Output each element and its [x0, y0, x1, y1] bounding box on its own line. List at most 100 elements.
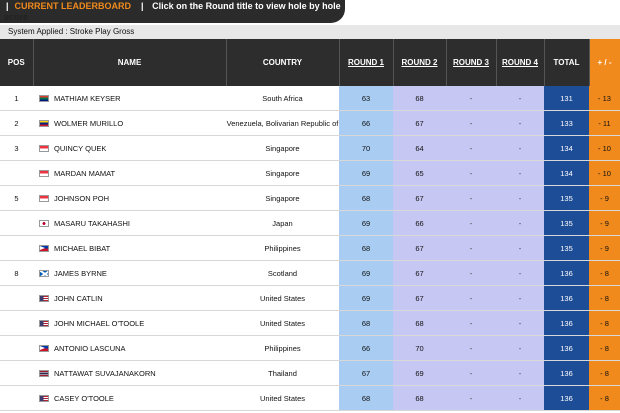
flag-gb-sct-icon	[39, 270, 49, 278]
round-4-header[interactable]: ROUND 4	[496, 39, 545, 86]
player-position: 8	[0, 260, 33, 286]
round-1-score: 69	[339, 160, 393, 186]
round-3-header[interactable]: ROUND 3	[446, 39, 497, 86]
round-4-score: -	[496, 185, 544, 211]
plus-minus-score: - 8	[589, 285, 620, 311]
player-position	[0, 235, 33, 261]
total-score: 135	[544, 235, 589, 261]
player-name-label: JOHN CATLIN	[54, 293, 103, 303]
table-row: JOHN CATLIN United States 69 67- -136- 8	[0, 285, 620, 311]
plus-minus-score: - 11	[589, 110, 620, 136]
table-row: 3 QUINCY QUEK Singapore 70 64- -134- 10	[0, 135, 620, 161]
player-name-label: JAMES BYRNE	[54, 268, 107, 278]
player-name-label: JOHN MICHAEL O'TOOLE	[54, 318, 145, 328]
player-name-label: JOHNSON POH	[54, 193, 110, 203]
system-applied-label: System Applied : Stroke Play Gross	[0, 25, 620, 39]
round-3-score: -	[446, 210, 496, 236]
player-name-label: QUINCY QUEK	[54, 143, 107, 153]
flag-sg-icon	[39, 145, 49, 153]
col-country-header: COUNTRY	[226, 39, 340, 86]
total-score: 131	[544, 86, 589, 111]
total-score: 134	[544, 160, 589, 186]
player-position	[0, 285, 33, 311]
table-row: NATTAWAT SUVAJANAKORN Thailand 67 69- -136- …	[0, 360, 620, 386]
round-2-score: 67	[393, 260, 446, 286]
total-score: 136	[544, 260, 589, 286]
flag-sg-icon	[39, 195, 49, 203]
round-2-score: 67	[393, 110, 446, 136]
round-4-score: -	[496, 210, 544, 236]
round-2-score: 69	[393, 360, 446, 386]
plus-minus-score: - 8	[589, 260, 620, 286]
player-position: 3	[0, 135, 33, 161]
plus-minus-score: - 8	[589, 335, 620, 361]
round-1-score: 70	[339, 135, 393, 161]
round-3-score: -	[446, 360, 496, 386]
round-1-header[interactable]: ROUND 1	[339, 39, 394, 86]
player-name: MARDAN MAMAT	[33, 160, 226, 186]
player-name: MATHIAM KEYSER	[33, 86, 226, 111]
header-pipe: |	[6, 1, 9, 11]
round-1-score: 66	[339, 335, 393, 361]
round-2-score: 64	[393, 135, 446, 161]
col-total-header: TOTAL	[544, 39, 590, 86]
total-score: 136	[544, 360, 589, 386]
round-2-score: 67	[393, 235, 446, 261]
header-text: | CURRENT LEADERBOARD | Click on the Round…	[6, 1, 346, 12]
player-name: WOLMER MURILLO	[33, 110, 226, 136]
player-country: Singapore	[226, 160, 339, 186]
round-1-score: 67	[339, 360, 393, 386]
leaderboard-table: POS NAME COUNTRY ROUND 1 ROUND 2 ROUND 3…	[0, 39, 620, 411]
flag-sg-icon	[39, 170, 49, 178]
round-3-score: -	[446, 135, 496, 161]
flag-us-icon	[39, 295, 49, 303]
player-country: Singapore	[226, 135, 339, 161]
table-header-row: POS NAME COUNTRY ROUND 1 ROUND 2 ROUND 3…	[0, 39, 620, 86]
round-2-score: 65	[393, 160, 446, 186]
player-name: QUINCY QUEK	[33, 135, 226, 161]
player-name-label: NATTAWAT SUVAJANAKORN	[54, 368, 156, 378]
round-4-score: -	[496, 135, 544, 161]
player-name-label: MASARU TAKAHASHI	[54, 218, 130, 228]
plus-minus-score: - 8	[589, 310, 620, 336]
player-name: JOHN CATLIN	[33, 285, 226, 311]
round-1-score: 69	[339, 260, 393, 286]
round-4-score: -	[496, 160, 544, 186]
table-row: 8 JAMES BYRNE Scotland 69 67- -136- 8	[0, 260, 620, 286]
round-1-score: 69	[339, 285, 393, 311]
plus-minus-score: - 8	[589, 385, 620, 411]
round-3-score: -	[446, 260, 496, 286]
round-3-score: -	[446, 335, 496, 361]
col-pos-header: POS	[0, 39, 34, 86]
round-1-score: 68	[339, 385, 393, 411]
round-hint-text-2: score	[4, 12, 29, 22]
player-name: JAMES BYRNE	[33, 260, 226, 286]
plus-minus-score: - 10	[589, 135, 620, 161]
flag-ph-icon	[39, 245, 49, 253]
col-name-header: NAME	[33, 39, 227, 86]
player-position: 1	[0, 86, 33, 111]
plus-minus-score: - 9	[589, 210, 620, 236]
player-country: United States	[226, 285, 339, 311]
round-2-score: 68	[393, 385, 446, 411]
current-leaderboard-title[interactable]: CURRENT LEADERBOARD	[15, 1, 132, 11]
round-3-score: -	[446, 310, 496, 336]
player-country: Singapore	[226, 185, 339, 211]
player-position	[0, 360, 33, 386]
table-row: CASEY O'TOOLE United States 68 68- -136- 8	[0, 385, 620, 411]
round-2-header[interactable]: ROUND 2	[393, 39, 447, 86]
player-name-label: ANTONIO LASCUNA	[54, 343, 126, 353]
total-score: 136	[544, 335, 589, 361]
player-name: NATTAWAT SUVAJANAKORN	[33, 360, 226, 386]
round-4-score: -	[496, 235, 544, 261]
total-score: 134	[544, 135, 589, 161]
round-4-score: -	[496, 110, 544, 136]
player-name: JOHNSON POH	[33, 185, 226, 211]
flag-us-icon	[39, 395, 49, 403]
round-2-score: 70	[393, 335, 446, 361]
round-1-score: 68	[339, 235, 393, 261]
total-score: 136	[544, 310, 589, 336]
player-position	[0, 335, 33, 361]
player-name: CASEY O'TOOLE	[33, 385, 226, 411]
player-position	[0, 310, 33, 336]
